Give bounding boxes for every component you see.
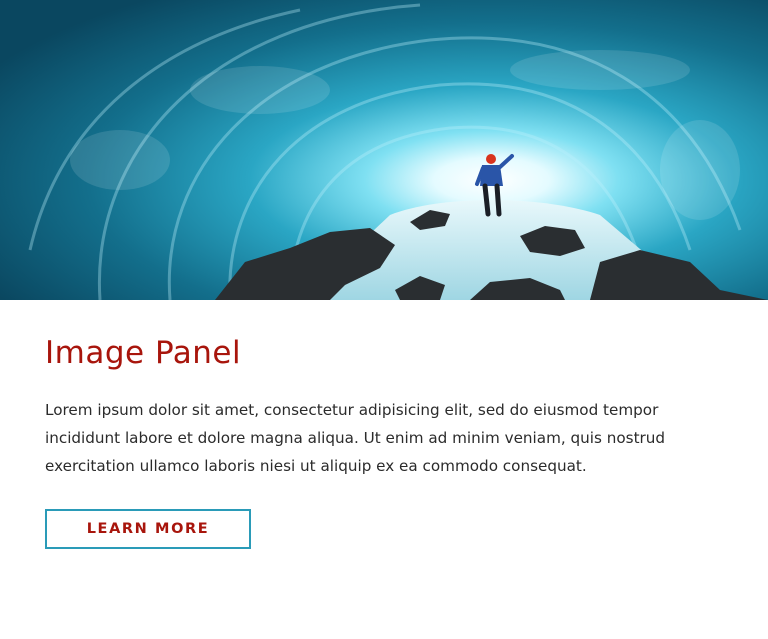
panel-title: Image Panel [45, 335, 242, 371]
learn-more-button[interactable]: LEARN MORE [45, 509, 251, 549]
hero-image-ice-cave [0, 0, 768, 300]
image-panel: Image Panel Lorem ipsum dolor sit amet, … [0, 0, 768, 639]
panel-body-text: Lorem ipsum dolor sit amet, consectetur … [45, 401, 666, 475]
